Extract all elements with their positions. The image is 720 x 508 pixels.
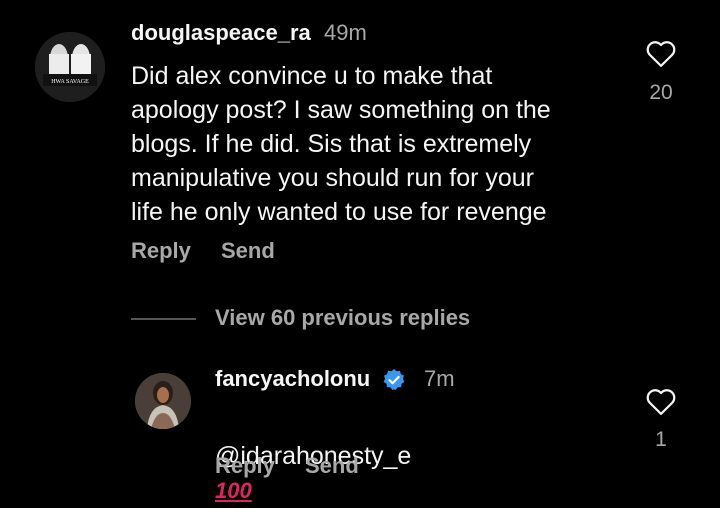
comment-username[interactable]: douglaspeace_ra [131,20,311,46]
send-button[interactable]: Send [221,238,275,264]
avatar-douglaspeace[interactable]: HWA SAVAGE [35,32,105,102]
replies-divider [131,318,196,320]
hundred-points-emoji-icon: 100 [215,478,252,503]
reply-username[interactable]: fancyacholonu [215,366,370,392]
avatar-image-icon: HWA SAVAGE [35,32,105,102]
send-button[interactable]: Send [305,453,359,479]
heart-icon[interactable] [646,40,676,68]
heart-icon[interactable] [646,388,676,416]
avatar-image-icon [135,373,191,429]
verified-badge-icon [383,369,405,390]
avatar-fancyacholonu[interactable] [135,373,191,429]
like-count: 1 [655,428,667,451]
like-count: 20 [649,81,673,104]
reply-button[interactable]: Reply [215,453,275,479]
avatar-logo-text: HWA SAVAGE [51,79,89,85]
comment-timestamp: 49m [324,20,367,45]
comment-text: Did alex convince u to make that apology… [131,62,551,226]
reply-timestamp: 7m [424,366,455,391]
view-replies-button[interactable]: View 60 previous replies [215,305,470,331]
reply-button[interactable]: Reply [131,238,191,264]
